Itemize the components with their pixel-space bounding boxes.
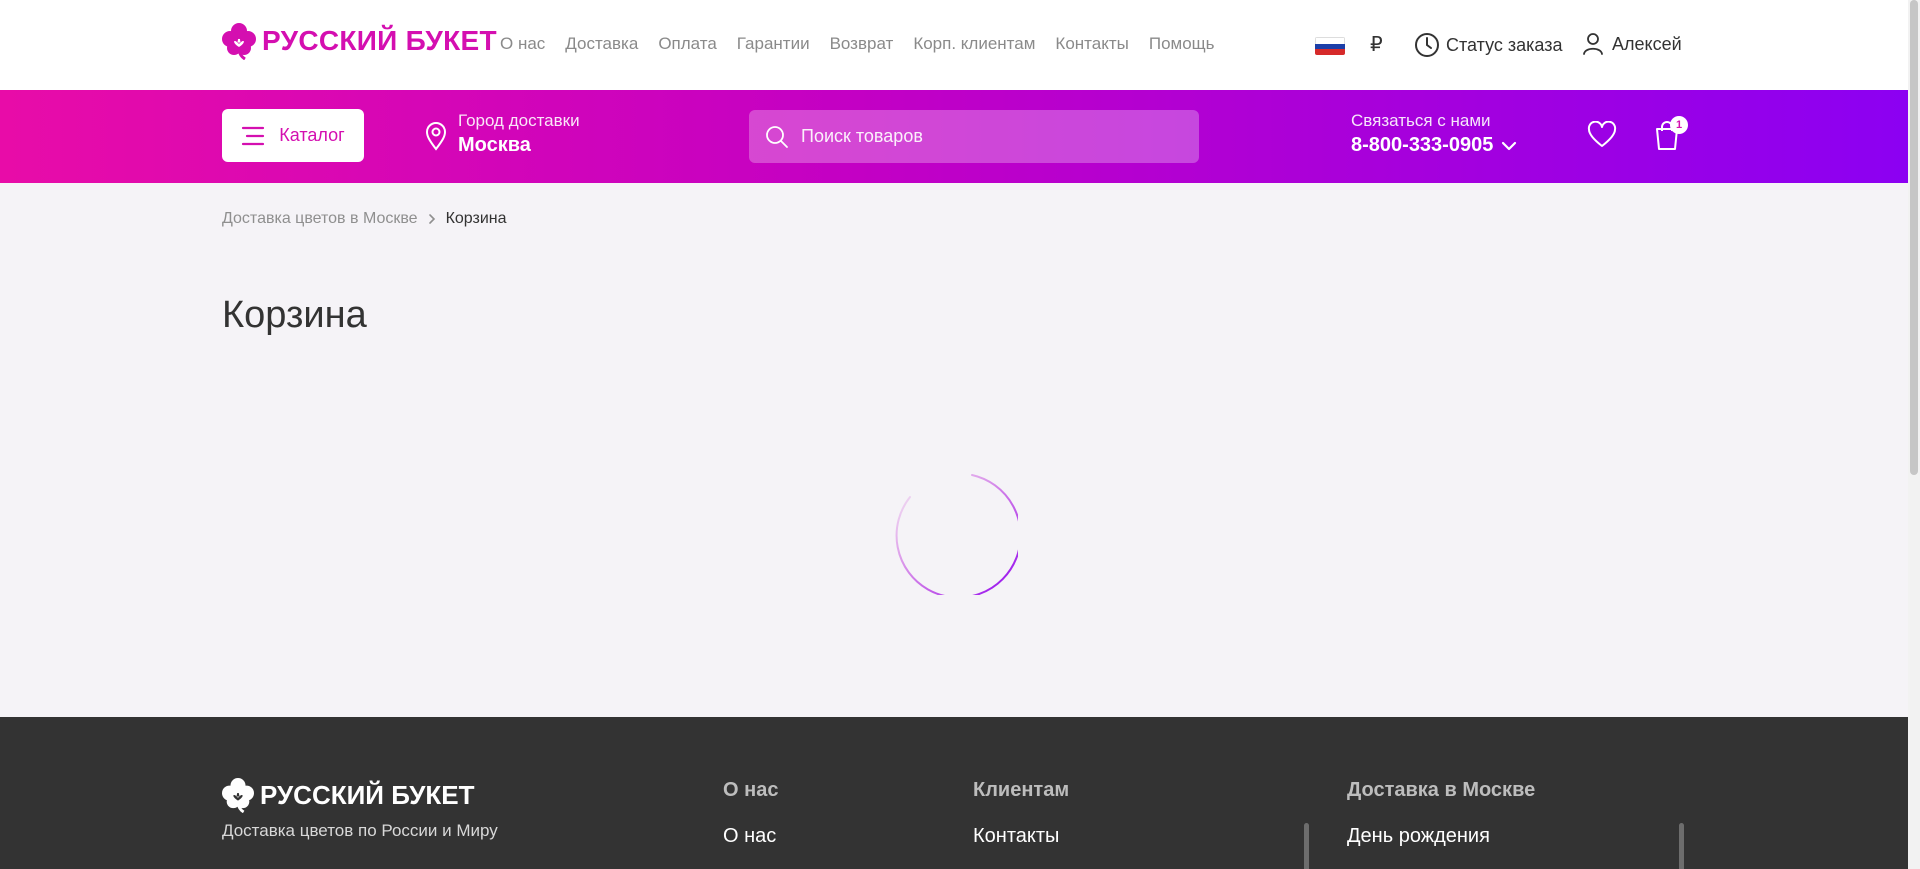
nav-link-guarantees[interactable]: Гарантии xyxy=(737,34,810,54)
breadcrumb-current: Корзина xyxy=(445,210,507,227)
order-status-link[interactable]: Статус заказа xyxy=(1414,32,1563,58)
search-box[interactable] xyxy=(749,110,1199,163)
footer-col-clients-title: Клиентам xyxy=(973,779,1070,801)
page-scrollbar-thumb[interactable] xyxy=(1910,0,1918,475)
breadcrumb-link-delivery-moscow[interactable]: Доставка цветов в Москве xyxy=(222,210,418,228)
order-status-label: Статус заказа xyxy=(1446,34,1563,55)
footer-link-birthday[interactable]: День рождения xyxy=(1347,825,1490,848)
catalog-button[interactable]: Каталог xyxy=(222,109,364,162)
user-account-link[interactable]: Алексей xyxy=(1582,32,1682,56)
flag-russia-icon[interactable] xyxy=(1315,37,1345,55)
hamburger-icon xyxy=(242,126,265,145)
logo[interactable]: РУССКИЙ БУКЕТ xyxy=(222,22,497,60)
location-pin-icon xyxy=(425,122,447,151)
heart-icon[interactable] xyxy=(1587,121,1617,149)
search-icon xyxy=(766,125,788,148)
contact-block[interactable]: Связаться с нами 8-800-333-0905 xyxy=(1351,111,1517,157)
footer-col-scrollbar[interactable] xyxy=(1304,823,1309,869)
nav-link-returns[interactable]: Возврат xyxy=(830,34,894,54)
page-scrollbar[interactable] xyxy=(1908,0,1920,869)
footer-logo-text: РУССКИЙ БУКЕТ xyxy=(260,779,475,810)
logo-flower-icon xyxy=(222,23,256,60)
footer-col-scrollbar[interactable] xyxy=(1679,823,1684,869)
loading-spinner-icon xyxy=(895,474,1018,595)
nav-link-help[interactable]: Помощь xyxy=(1149,34,1215,54)
footer-col-delivery-title: Доставка в Москве xyxy=(1347,779,1536,801)
top-nav: О нас Доставка Оплата Гарантии Возврат К… xyxy=(500,34,1215,54)
delivery-city-selector[interactable]: Город доставки Москва xyxy=(424,111,580,157)
nav-link-about[interactable]: О нас xyxy=(500,34,545,54)
nav-link-corporate[interactable]: Корп. клиентам xyxy=(913,34,1035,54)
footer-link-contacts[interactable]: Контакты xyxy=(973,825,1059,848)
user-name: Алексей xyxy=(1612,33,1682,54)
footer-col-about-title: О нас xyxy=(723,779,779,801)
footer-logo[interactable]: РУССКИЙ БУКЕТ xyxy=(222,777,475,813)
contact-label: Связаться с нами xyxy=(1351,111,1491,130)
footer-tagline: Доставка цветов по России и Миру xyxy=(222,821,498,840)
footer-link-about[interactable]: О нас xyxy=(723,825,776,848)
top-header: РУССКИЙ БУКЕТ О нас Доставка Оплата Гара… xyxy=(0,0,1908,90)
clock-icon xyxy=(1415,33,1439,57)
currency-selector[interactable]: ₽ xyxy=(1370,32,1383,57)
city-name: Москва xyxy=(458,134,531,156)
breadcrumb: Доставка цветов в Москве Корзина xyxy=(222,210,507,228)
logo-text: РУССКИЙ БУКЕТ xyxy=(262,25,497,56)
search-input[interactable] xyxy=(801,126,1181,147)
nav-link-contacts[interactable]: Контакты xyxy=(1055,34,1128,54)
logo-flower-icon xyxy=(222,778,254,813)
nav-link-delivery[interactable]: Доставка xyxy=(565,34,638,54)
city-label: Город доставки xyxy=(458,111,580,130)
nav-link-payment[interactable]: Оплата xyxy=(658,34,716,54)
phone-number[interactable]: 8-800-333-0905 xyxy=(1351,134,1493,157)
chevron-right-icon xyxy=(428,214,435,224)
catalog-label: Каталог xyxy=(279,125,345,145)
page-title: Корзина xyxy=(222,294,367,336)
main-bar: Каталог Город доставки Москва Связаться … xyxy=(0,90,1908,183)
user-icon xyxy=(1583,33,1603,55)
cart-count-badge: 1 xyxy=(1670,116,1688,134)
chevron-down-icon[interactable] xyxy=(1501,141,1517,151)
footer: РУССКИЙ БУКЕТ Доставка цветов по России … xyxy=(0,717,1908,869)
